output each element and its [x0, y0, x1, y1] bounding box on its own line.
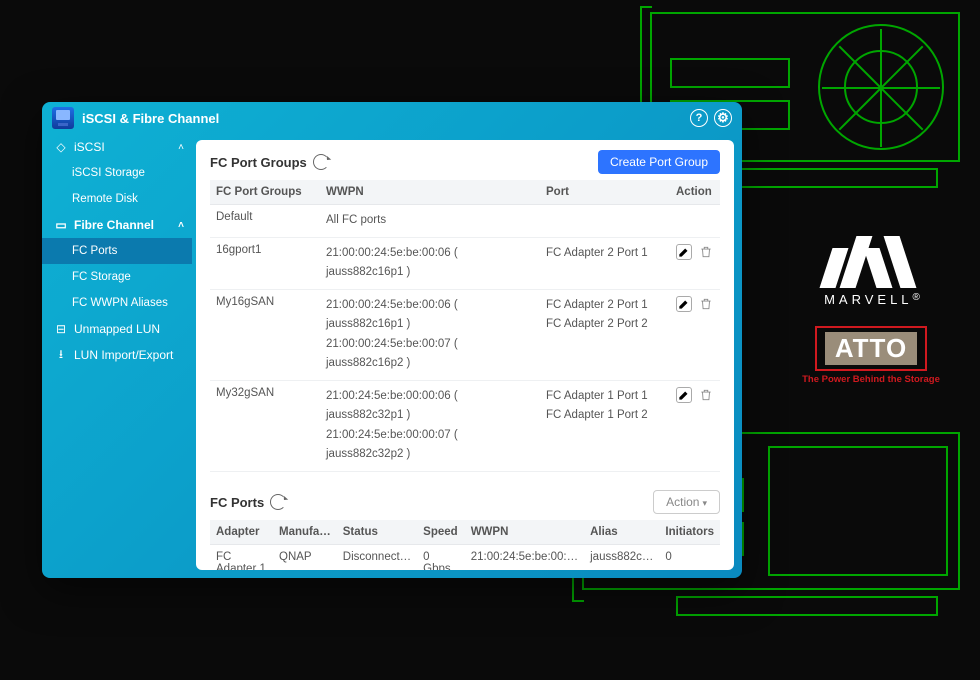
table-row[interactable]: DefaultAll FC ports	[210, 205, 720, 238]
trash-icon[interactable]	[698, 387, 714, 403]
app-icon	[52, 107, 74, 129]
cell-wwpn: 21:00:00:24:5e:be:00:06 ( jauss882c16p1 …	[320, 237, 540, 289]
port-groups-table: FC Port Groups WWPN Port Action DefaultA…	[210, 180, 720, 472]
diamond-icon: ◇	[54, 140, 68, 154]
edit-icon[interactable]	[676, 244, 692, 260]
col-group: FC Port Groups	[210, 180, 320, 205]
settings-icon[interactable]: ⚙	[714, 109, 732, 127]
sidebar-item-label: FC Ports	[72, 245, 117, 257]
atto-text: ATTO	[825, 332, 917, 365]
col-status: Status	[337, 520, 417, 545]
col-wwpn: WWPN	[320, 180, 540, 205]
sidebar-item-unmapped-lun[interactable]: ⊟ Unmapped LUN	[42, 316, 192, 342]
atto-logo: ATTO The Power Behind the Storage	[802, 326, 940, 385]
sidebar-item-fc-storage[interactable]: FC Storage	[42, 264, 192, 290]
cell-port	[540, 205, 670, 238]
window-title: iSCSI & Fibre Channel	[82, 111, 219, 126]
sidebar-item-fc-ports[interactable]: FC Ports	[42, 238, 192, 264]
cell-port: FC Adapter 2 Port 1	[540, 237, 670, 289]
fc-ports-section: FC Ports Action▾ Adapter Manufa… Status …	[196, 476, 734, 570]
app-window: iSCSI & Fibre Channel ? ⚙ ◇ iSCSI ˄ iSCS…	[42, 102, 742, 578]
action-dropdown-button[interactable]: Action▾	[653, 490, 720, 514]
marvell-logo: MARVELL®	[800, 236, 948, 307]
chevron-up-icon: ˄	[178, 220, 184, 231]
ports-table: Adapter Manufa… Status Speed WWPN Alias …	[210, 520, 720, 570]
cell-actions	[670, 380, 720, 471]
cell-adapter: FC Adapter 1 Port 1	[210, 545, 273, 570]
cell-init: 0	[659, 545, 720, 570]
sidebar-item-label: Fibre Channel	[74, 218, 154, 232]
cell-actions	[670, 205, 720, 238]
col-action: Action	[670, 180, 720, 205]
col-mfg: Manufa…	[273, 520, 337, 545]
cell-alias: jauss882c…	[584, 545, 659, 570]
cell-speed: 0 Gbps	[417, 545, 465, 570]
col-adapter: Adapter	[210, 520, 273, 545]
sidebar-item-label: iSCSI Storage	[72, 167, 145, 179]
sidebar: ◇ iSCSI ˄ iSCSI Storage Remote Disk ▭ Fi…	[42, 134, 192, 578]
col-alias: Alias	[584, 520, 659, 545]
cell-wwpn: 21:00:24:5e:be:00:…	[465, 545, 584, 570]
cell-group-name: Default	[210, 205, 320, 238]
trash-icon[interactable]	[698, 296, 714, 312]
sidebar-item-label: Unmapped LUN	[74, 322, 160, 336]
atto-tagline: The Power Behind the Storage	[802, 374, 940, 385]
sidebar-item-fibre-channel[interactable]: ▭ Fibre Channel ˄	[42, 212, 192, 238]
help-icon[interactable]: ?	[690, 109, 708, 127]
sidebar-item-iscsi-storage[interactable]: iSCSI Storage	[42, 160, 192, 186]
decor-bot-chip	[768, 446, 948, 576]
action-button-label: Action	[666, 495, 699, 509]
sidebar-item-label: LUN Import/Export	[74, 348, 173, 362]
decor-edge-connector-top	[738, 168, 938, 188]
cell-status: Disconnect…	[337, 545, 417, 570]
chevron-up-icon: ˄	[178, 142, 184, 153]
main-panel: FC Port Groups Create Port Group FC Port…	[196, 140, 734, 570]
cell-wwpn: 21:00:24:5e:be:00:00:06 ( jauss882c32p1 …	[320, 380, 540, 471]
edit-icon[interactable]	[676, 296, 692, 312]
cell-actions	[670, 237, 720, 289]
card-icon: ▭	[54, 218, 68, 232]
col-wwpn: WWPN	[465, 520, 584, 545]
decor-fan	[818, 24, 944, 150]
refresh-icon[interactable]	[270, 494, 286, 510]
titlebar: iSCSI & Fibre Channel ? ⚙	[42, 102, 742, 134]
sidebar-item-remote-disk[interactable]: Remote Disk	[42, 186, 192, 212]
trash-icon[interactable]	[698, 244, 714, 260]
col-port: Port	[540, 180, 670, 205]
sidebar-item-label: FC WWPN Aliases	[72, 297, 168, 309]
table-row[interactable]: My32gSAN21:00:24:5e:be:00:00:06 ( jauss8…	[210, 380, 720, 471]
sidebar-item-iscsi[interactable]: ◇ iSCSI ˄	[42, 134, 192, 160]
sidebar-item-label: Remote Disk	[72, 193, 138, 205]
fc-port-groups-section: FC Port Groups Create Port Group FC Port…	[196, 140, 734, 476]
cell-actions	[670, 289, 720, 380]
table-row[interactable]: My16gSAN21:00:00:24:5e:be:00:06 ( jauss8…	[210, 289, 720, 380]
cell-group-name: My32gSAN	[210, 380, 320, 471]
section-title: FC Ports	[210, 495, 264, 510]
table-row[interactable]: 16gport121:00:00:24:5e:be:00:06 ( jauss8…	[210, 237, 720, 289]
cell-wwpn: All FC ports	[320, 205, 540, 238]
sidebar-item-label: FC Storage	[72, 271, 131, 283]
table-row[interactable]: FC Adapter 1 Port 1QNAPDisconnect…0 Gbps…	[210, 545, 720, 570]
col-speed: Speed	[417, 520, 465, 545]
sidebar-item-label: iSCSI	[74, 140, 105, 154]
cell-group-name: My16gSAN	[210, 289, 320, 380]
col-init: Initiators	[659, 520, 720, 545]
refresh-icon[interactable]	[313, 154, 329, 170]
cell-group-name: 16gport1	[210, 237, 320, 289]
create-port-group-button[interactable]: Create Port Group	[598, 150, 720, 174]
cell-port: FC Adapter 2 Port 1FC Adapter 2 Port 2	[540, 289, 670, 380]
cell-mfg: QNAP	[273, 545, 337, 570]
section-title: FC Port Groups	[210, 155, 307, 170]
disk-icon: ⊟	[54, 322, 68, 336]
decor-heatsink-a	[670, 58, 790, 88]
edit-icon[interactable]	[676, 387, 692, 403]
sidebar-item-fc-wwpn-aliases[interactable]: FC WWPN Aliases	[42, 290, 192, 316]
decor-edge-connector-bot	[676, 596, 938, 616]
cell-port: FC Adapter 1 Port 1FC Adapter 1 Port 2	[540, 380, 670, 471]
sidebar-item-lun-import-export[interactable]: ⭳ LUN Import/Export	[42, 342, 192, 368]
marvell-text: MARVELL	[824, 292, 912, 307]
import-export-icon: ⭳	[54, 348, 68, 362]
cell-wwpn: 21:00:00:24:5e:be:00:06 ( jauss882c16p1 …	[320, 289, 540, 380]
